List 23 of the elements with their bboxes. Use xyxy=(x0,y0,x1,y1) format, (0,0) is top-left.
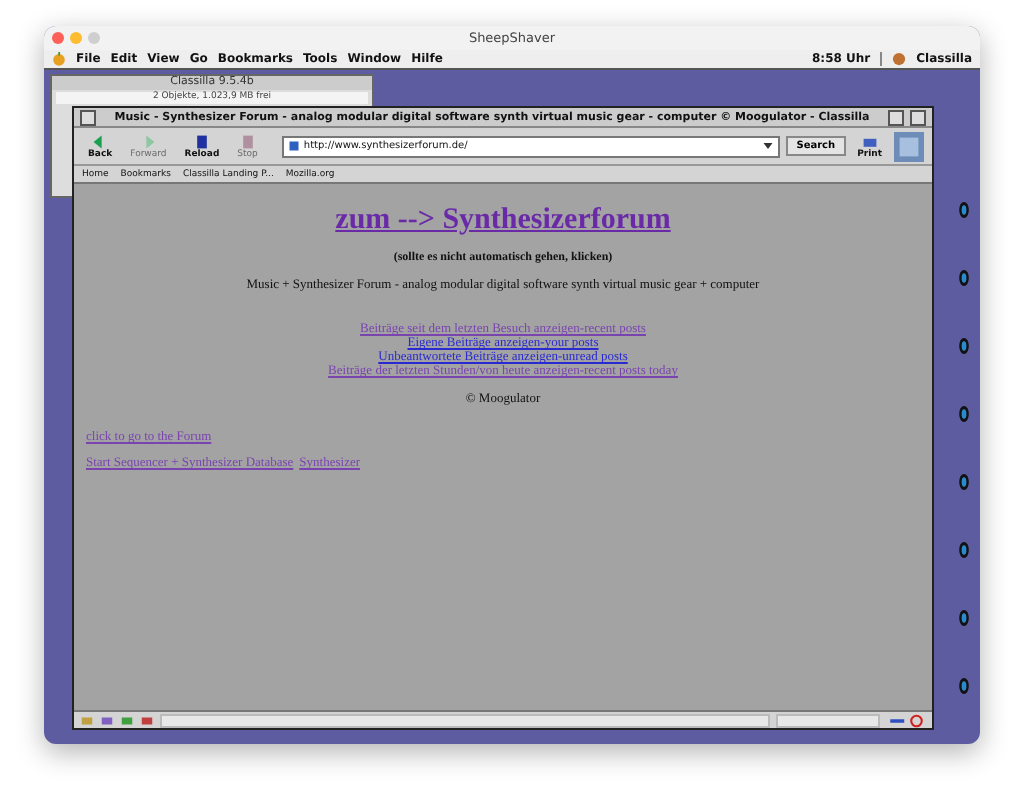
zoom-box[interactable] xyxy=(888,109,904,125)
square-icon xyxy=(239,133,256,149)
square-icon xyxy=(193,133,210,149)
desktop-disk-icon[interactable] xyxy=(956,608,972,628)
printer-icon xyxy=(861,133,878,149)
apple-logo-icon[interactable] xyxy=(52,52,66,66)
dropdown-icon[interactable] xyxy=(762,140,775,152)
app-icon[interactable] xyxy=(892,52,907,66)
security-icon xyxy=(886,713,926,727)
desktop-disk-icon[interactable] xyxy=(956,268,972,288)
arrow-icon xyxy=(140,133,157,149)
close-box[interactable] xyxy=(80,109,96,125)
desktop-disk-icon[interactable] xyxy=(956,404,972,424)
component-bar-icon[interactable] xyxy=(100,713,114,727)
close-button[interactable] xyxy=(52,32,64,44)
component-bar-icon[interactable] xyxy=(140,713,154,727)
desktop-disk-icon[interactable] xyxy=(956,472,972,492)
desktop-disk-icon[interactable] xyxy=(956,200,972,220)
desktop-disk-icon[interactable] xyxy=(956,540,972,560)
page-icon xyxy=(287,140,300,152)
collapse-box[interactable] xyxy=(910,109,926,125)
desktop-disk-icon[interactable] xyxy=(956,676,972,696)
desktop-disk-icon[interactable] xyxy=(956,336,972,356)
